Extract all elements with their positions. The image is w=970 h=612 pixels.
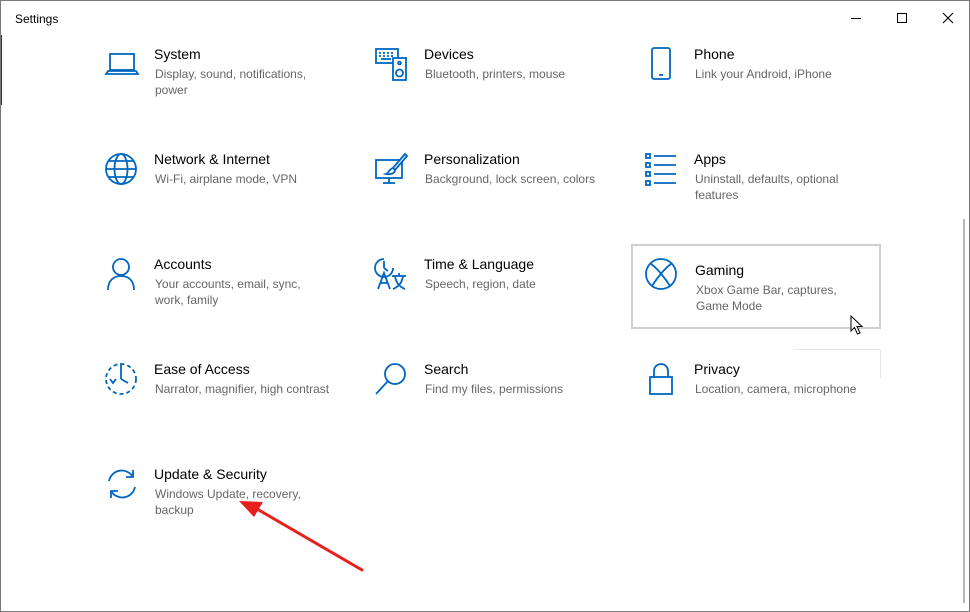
paint-brush-icon: [374, 151, 410, 187]
minimize-button[interactable]: [833, 1, 879, 35]
tile-description: Find my files, permissions: [425, 382, 564, 396]
minimize-icon: [851, 18, 861, 19]
keyboard-speaker-icon: [374, 46, 410, 82]
close-button[interactable]: [925, 1, 970, 35]
tile-system[interactable]: System Display, sound, notifications, po…: [104, 46, 354, 130]
tile-devices[interactable]: Devices Bluetooth, printers, mouse: [374, 46, 624, 130]
tile-description: Wi-Fi, airplane mode, VPN: [155, 172, 298, 186]
xbox-icon: [644, 256, 680, 292]
tile-title: Phone: [694, 46, 735, 62]
tile-description: Xbox Game Bar, captures, Game Mode: [696, 283, 837, 313]
tile-border-fragment: [794, 349, 881, 350]
tile-title: Search: [424, 361, 469, 377]
tile-privacy[interactable]: Privacy Location, camera, microphone: [644, 361, 894, 445]
tile-title: Gaming: [695, 262, 745, 278]
tile-personalization[interactable]: Personalization Background, lock screen,…: [374, 151, 624, 235]
tile-border-fragment: [880, 349, 881, 379]
tile-title: Devices: [424, 46, 474, 62]
tile-title: Update & Security: [154, 466, 267, 482]
tile-title: Network & Internet: [154, 151, 270, 167]
laptop-icon: [104, 46, 140, 82]
tile-title: Apps: [694, 151, 726, 167]
phone-icon: [644, 46, 680, 82]
ease-of-access-icon: [104, 361, 140, 397]
search-icon: [374, 361, 410, 397]
tile-gaming[interactable]: Gaming Xbox Game Bar, captures, Game Mod…: [631, 244, 881, 329]
apps-list-icon: [644, 151, 680, 187]
maximize-icon: [897, 13, 907, 23]
tile-ease-of-access[interactable]: Ease of Access Narrator, magnifier, high…: [104, 361, 354, 445]
tile-update-security[interactable]: Update & Security Windows Update, recove…: [104, 466, 354, 550]
maximize-button[interactable]: [879, 1, 925, 35]
tile-phone[interactable]: Phone Link your Android, iPhone: [644, 46, 894, 130]
tile-time-language[interactable]: Time & Language Speech, region, date: [374, 256, 624, 340]
mouse-cursor-icon: [850, 315, 864, 335]
tile-title: Personalization: [424, 151, 520, 167]
sync-icon: [104, 466, 140, 502]
tile-title: Accounts: [154, 256, 212, 272]
tile-accounts[interactable]: Accounts Your accounts, email, sync, wor…: [104, 256, 354, 340]
title-bar[interactable]: Settings: [1, 1, 969, 35]
tile-title: Time & Language: [424, 256, 534, 272]
tile-description: Bluetooth, printers, mouse: [425, 67, 566, 81]
tile-title: System: [154, 46, 201, 62]
scrollbar[interactable]: [963, 219, 965, 603]
tile-network-internet[interactable]: Network & Internet Wi-Fi, airplane mode,…: [104, 151, 354, 235]
tile-search[interactable]: Search Find my files, permissions: [374, 361, 624, 445]
tile-description: Link your Android, iPhone: [695, 67, 832, 81]
window-edge: [1, 35, 2, 105]
tile-description: Display, sound, notifications, power: [155, 67, 307, 97]
person-icon: [104, 256, 140, 292]
tile-description: Location, camera, microphone: [695, 382, 857, 396]
globe-icon: [104, 151, 140, 187]
tile-description: Background, lock screen, colors: [425, 172, 596, 186]
close-icon: [942, 12, 954, 24]
tile-description: Your accounts, email, sync, work, family: [155, 277, 301, 307]
tile-description: Speech, region, date: [425, 277, 536, 291]
tile-apps[interactable]: Apps Uninstall, defaults, optional featu…: [644, 151, 894, 235]
tile-description: Uninstall, defaults, optional features: [695, 172, 839, 202]
window-title: Settings: [15, 12, 59, 26]
tile-title: Privacy: [694, 361, 740, 377]
tile-description: Windows Update, recovery, backup: [155, 487, 301, 517]
tile-title: Ease of Access: [154, 361, 250, 377]
tile-description: Narrator, magnifier, high contrast: [155, 382, 330, 396]
lock-icon: [644, 361, 680, 397]
settings-window: Settings System Display, sound, notifica…: [0, 0, 970, 612]
language-icon: [374, 256, 410, 292]
